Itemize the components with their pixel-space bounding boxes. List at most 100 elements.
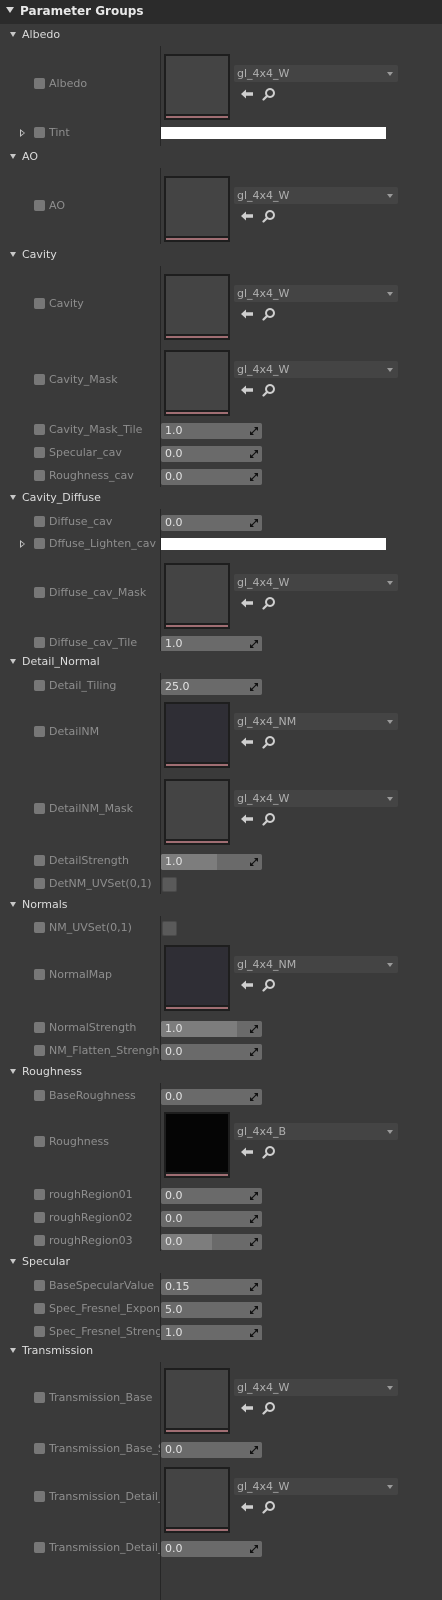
override-checkbox[interactable] <box>34 78 45 89</box>
use-selected-arrow-icon[interactable] <box>240 979 254 991</box>
override-checkbox[interactable] <box>34 470 45 481</box>
group-header-cavity[interactable]: Cavity <box>0 244 442 266</box>
override-checkbox[interactable] <box>34 680 45 691</box>
override-checkbox[interactable] <box>34 1189 45 1200</box>
value-checkbox[interactable] <box>162 877 177 892</box>
use-selected-arrow-icon[interactable] <box>240 1501 254 1513</box>
override-checkbox[interactable] <box>34 637 45 648</box>
chevron-down-icon[interactable] <box>387 194 393 198</box>
color-swatch[interactable] <box>161 127 386 139</box>
override-checkbox[interactable] <box>34 374 45 385</box>
collapse-arrow-icon[interactable] <box>10 495 16 500</box>
override-checkbox[interactable] <box>34 447 45 458</box>
collapse-arrow-icon[interactable] <box>10 32 16 37</box>
override-checkbox[interactable] <box>34 1136 45 1147</box>
texture-dropdown[interactable]: gl_4x4_NM <box>234 956 398 973</box>
chevron-down-icon[interactable] <box>387 720 393 724</box>
override-checkbox[interactable] <box>34 855 45 866</box>
value-field[interactable]: 0.0 <box>161 1089 262 1105</box>
group-header-cavity-diffuse[interactable]: Cavity_Diffuse <box>0 487 442 509</box>
chevron-down-icon[interactable] <box>387 72 393 76</box>
texture-dropdown[interactable]: gl_4x4_W <box>234 790 398 807</box>
use-selected-arrow-icon[interactable] <box>240 1402 254 1414</box>
override-checkbox[interactable] <box>34 1090 45 1101</box>
value-field[interactable]: 0.0 <box>161 1234 262 1250</box>
drag-resize-icon[interactable] <box>249 1282 259 1292</box>
override-checkbox[interactable] <box>34 1326 45 1337</box>
override-checkbox[interactable] <box>34 969 45 980</box>
value-field[interactable]: 0.0 <box>161 1211 262 1227</box>
drag-resize-icon[interactable] <box>249 518 259 528</box>
value-field[interactable]: 5.0 <box>161 1302 262 1318</box>
use-selected-arrow-icon[interactable] <box>240 813 254 825</box>
browse-search-icon[interactable] <box>262 1145 276 1159</box>
group-header-normals[interactable]: Normals <box>0 894 442 916</box>
override-checkbox[interactable] <box>34 1491 45 1502</box>
drag-resize-icon[interactable] <box>249 682 259 692</box>
value-field[interactable]: 0.15 <box>161 1279 262 1295</box>
group-header-ao[interactable]: AO <box>0 146 442 168</box>
texture-thumbnail[interactable] <box>164 1467 230 1533</box>
override-checkbox[interactable] <box>34 587 45 598</box>
chevron-down-icon[interactable] <box>387 797 393 801</box>
override-checkbox[interactable] <box>34 1303 45 1314</box>
browse-search-icon[interactable] <box>262 307 276 321</box>
expand-arrow-icon[interactable] <box>20 129 25 137</box>
use-selected-arrow-icon[interactable] <box>240 736 254 748</box>
texture-thumbnail[interactable] <box>164 779 230 845</box>
override-checkbox[interactable] <box>34 538 45 549</box>
browse-search-icon[interactable] <box>262 812 276 826</box>
drag-resize-icon[interactable] <box>249 1305 259 1315</box>
group-header-detail-normal[interactable]: Detail_Normal <box>0 651 442 673</box>
value-field[interactable]: 1.0 <box>161 636 262 652</box>
chevron-down-icon[interactable] <box>387 581 393 585</box>
browse-search-icon[interactable] <box>262 209 276 223</box>
group-header-albedo[interactable]: Albedo <box>0 24 442 46</box>
drag-resize-icon[interactable] <box>249 1191 259 1201</box>
group-header-transmission[interactable]: Transmission <box>0 1340 442 1362</box>
override-checkbox[interactable] <box>34 1542 45 1553</box>
value-field[interactable]: 1.0 <box>161 1021 262 1037</box>
chevron-down-icon[interactable] <box>387 1130 393 1134</box>
chevron-down-icon[interactable] <box>387 292 393 296</box>
collapse-arrow-icon[interactable] <box>10 1259 16 1264</box>
texture-thumbnail[interactable] <box>164 1368 230 1434</box>
override-checkbox[interactable] <box>34 1443 45 1454</box>
value-field[interactable]: 0.0 <box>161 469 262 485</box>
texture-dropdown[interactable]: gl_4x4_W <box>234 1379 398 1396</box>
chevron-down-icon[interactable] <box>387 368 393 372</box>
texture-thumbnail[interactable] <box>164 945 230 1011</box>
drag-resize-icon[interactable] <box>249 1092 259 1102</box>
use-selected-arrow-icon[interactable] <box>240 210 254 222</box>
override-checkbox[interactable] <box>34 1392 45 1403</box>
expand-arrow-icon[interactable] <box>20 540 25 548</box>
group-header-roughness[interactable]: Roughness <box>0 1061 442 1083</box>
browse-search-icon[interactable] <box>262 87 276 101</box>
drag-resize-icon[interactable] <box>249 1047 259 1057</box>
chevron-down-icon[interactable] <box>387 1386 393 1390</box>
texture-dropdown[interactable]: gl_4x4_W <box>234 65 398 82</box>
use-selected-arrow-icon[interactable] <box>240 88 254 100</box>
drag-resize-icon[interactable] <box>249 1024 259 1034</box>
value-field[interactable]: 25.0 <box>161 679 262 695</box>
drag-resize-icon[interactable] <box>249 639 259 649</box>
override-checkbox[interactable] <box>34 298 45 309</box>
drag-resize-icon[interactable] <box>249 1544 259 1554</box>
texture-thumbnail[interactable] <box>164 702 230 768</box>
drag-resize-icon[interactable] <box>249 1237 259 1247</box>
value-field[interactable]: 0.0 <box>161 515 262 531</box>
texture-thumbnail[interactable] <box>164 176 230 242</box>
override-checkbox[interactable] <box>34 1045 45 1056</box>
texture-dropdown[interactable]: gl_4x4_NM <box>234 713 398 730</box>
drag-resize-icon[interactable] <box>249 1328 259 1338</box>
collapse-arrow-icon[interactable] <box>10 902 16 907</box>
texture-dropdown[interactable]: gl_4x4_W <box>234 361 398 378</box>
browse-search-icon[interactable] <box>262 1500 276 1514</box>
value-checkbox[interactable] <box>162 921 177 936</box>
override-checkbox[interactable] <box>34 424 45 435</box>
override-checkbox[interactable] <box>34 1235 45 1246</box>
panel-header[interactable]: Parameter Groups <box>0 0 442 25</box>
browse-search-icon[interactable] <box>262 596 276 610</box>
value-field[interactable]: 0.0 <box>161 1541 262 1557</box>
override-checkbox[interactable] <box>34 726 45 737</box>
